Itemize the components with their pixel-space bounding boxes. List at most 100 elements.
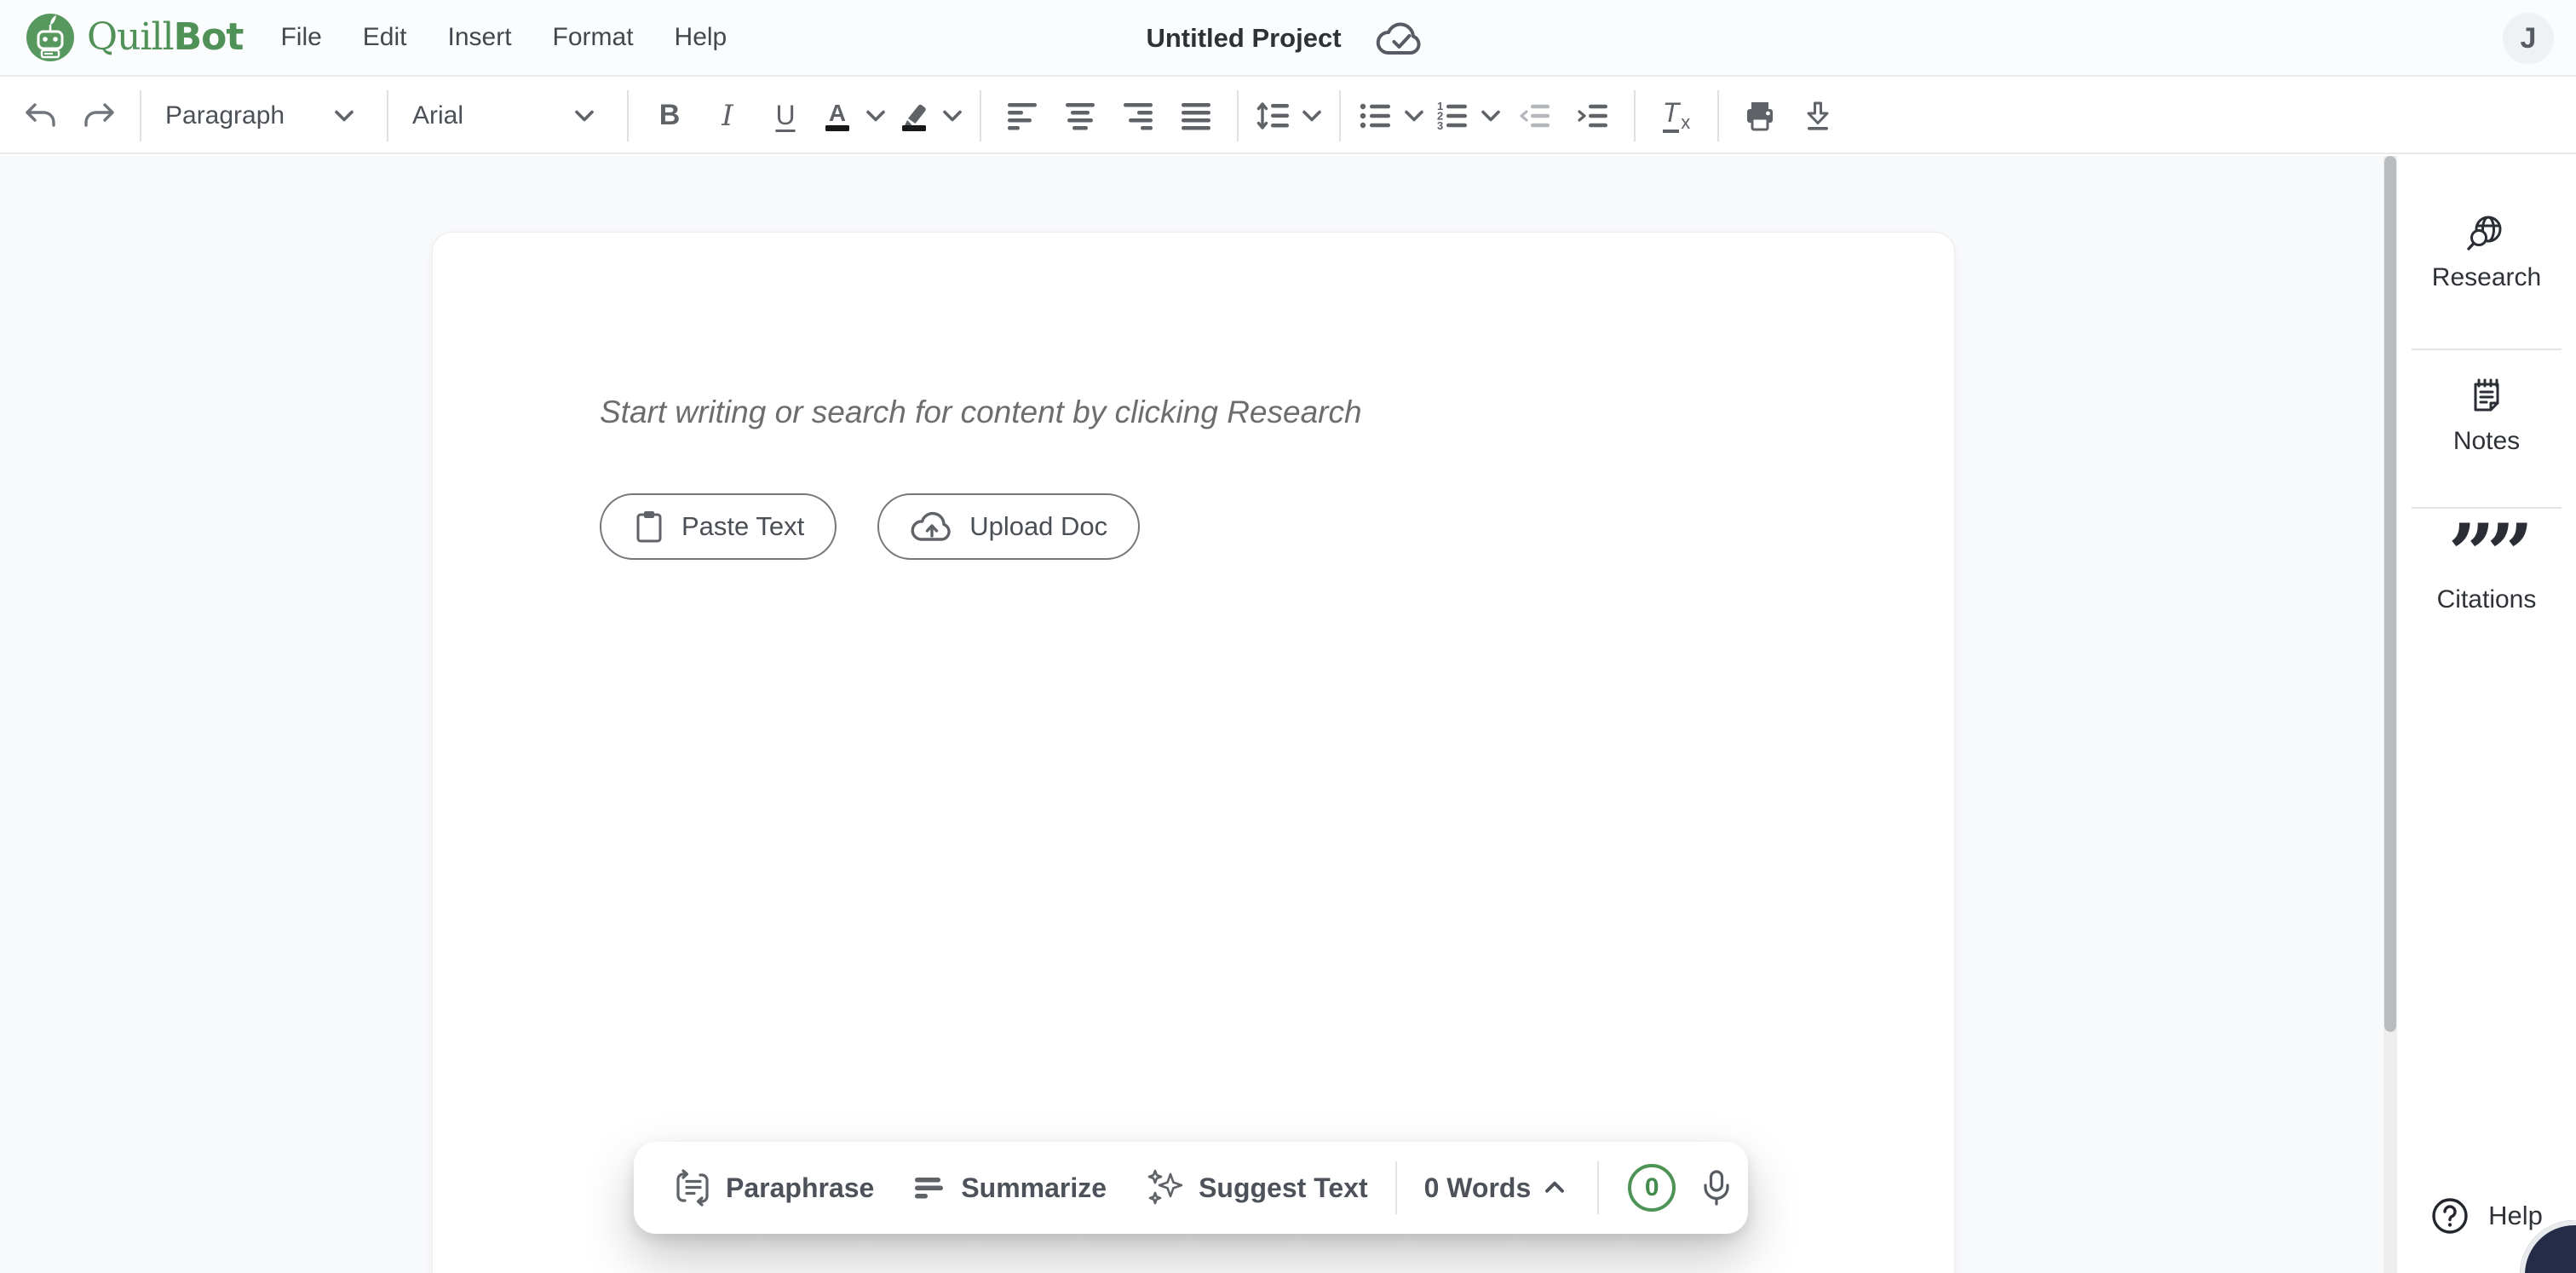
menubar: File Edit Insert Format Help xyxy=(280,23,727,52)
sidebar-item-notes[interactable]: Notes xyxy=(2397,376,2576,456)
clear-formatting-button[interactable]: Tx xyxy=(1647,87,1705,145)
toolbar-divider xyxy=(1717,90,1719,141)
cloud-upload-icon xyxy=(910,508,954,545)
align-left-button[interactable] xyxy=(993,87,1051,145)
app-header: QuillBot File Edit Insert Format Help Un… xyxy=(0,0,2576,77)
sparkle-icon xyxy=(1144,1167,1185,1208)
menu-item-file[interactable]: File xyxy=(280,23,321,52)
line-spacing-button[interactable] xyxy=(1251,87,1297,145)
sidebar-item-research[interactable]: Research xyxy=(2397,212,2576,292)
summarize-label: Summarize xyxy=(961,1172,1107,1204)
suggest-text-label: Suggest Text xyxy=(1199,1172,1368,1204)
paragraph-style-value: Paragraph xyxy=(165,101,285,130)
wordmark-bot: Bot xyxy=(174,15,244,59)
toolbar-divider xyxy=(627,90,629,141)
counter-value: 0 xyxy=(1645,1173,1659,1202)
text-color-button[interactable]: A xyxy=(814,87,860,145)
highlighter-icon xyxy=(895,97,933,135)
italic-button[interactable]: I xyxy=(699,87,756,145)
print-button[interactable] xyxy=(1731,87,1789,145)
quillbot-robot-icon xyxy=(26,13,75,62)
editor-area: Start writing or search for content by c… xyxy=(0,156,2383,1273)
indent-button[interactable] xyxy=(1564,87,1622,145)
summarize-button[interactable]: Summarize xyxy=(911,1170,1107,1206)
italic-icon: I xyxy=(722,99,733,133)
underline-button[interactable]: U xyxy=(756,87,814,145)
sidebar-label-citations: Citations xyxy=(2437,585,2537,614)
document-card[interactable]: Start writing or search for content by c… xyxy=(432,232,1955,1273)
word-count-toggle[interactable]: 0 Words xyxy=(1424,1172,1571,1204)
toolbar-divider xyxy=(140,90,141,141)
toolbar-divider xyxy=(980,90,981,141)
bold-button[interactable]: B xyxy=(641,87,699,145)
suggest-text-button[interactable]: Suggest Text xyxy=(1144,1167,1368,1208)
wordmark-quill: Quill xyxy=(87,15,174,59)
menu-item-help[interactable]: Help xyxy=(675,23,727,52)
download-button[interactable] xyxy=(1789,87,1847,145)
paste-text-button[interactable]: Paste Text xyxy=(600,493,837,560)
summarize-icon xyxy=(911,1170,947,1206)
paragraph-style-dropdown[interactable]: Paragraph xyxy=(153,87,375,145)
help-label: Help xyxy=(2488,1201,2543,1231)
question-circle-icon xyxy=(2430,1196,2470,1236)
paraphrase-button[interactable]: Paraphrase xyxy=(673,1168,874,1207)
toolbar-divider xyxy=(1237,90,1239,141)
editor-scrollbar xyxy=(2383,156,2397,1273)
bold-icon: B xyxy=(659,99,681,132)
underline-icon: U xyxy=(775,100,795,131)
chevron-down-icon[interactable] xyxy=(1475,101,1506,131)
chevron-down-icon[interactable] xyxy=(1297,101,1327,131)
chevron-down-icon xyxy=(329,101,359,131)
assistant-divider xyxy=(1395,1161,1397,1214)
toolbar-divider xyxy=(1634,90,1636,141)
assistant-toolbar: Paraphrase Summarize Suggest Text 0 Word… xyxy=(634,1142,1748,1234)
menu-item-insert[interactable]: Insert xyxy=(448,23,512,52)
font-family-dropdown[interactable]: Arial xyxy=(400,87,615,145)
project-title[interactable]: Untitled Project xyxy=(1146,23,1341,54)
download-icon xyxy=(1799,97,1837,135)
chevron-down-icon[interactable] xyxy=(860,101,891,131)
right-sidebar: Research Notes ”” Citations xyxy=(2397,156,2576,1273)
microphone-icon xyxy=(1698,1168,1735,1207)
avatar-initial: J xyxy=(2521,22,2537,55)
quillbot-wordmark: QuillBot xyxy=(87,19,243,56)
menu-item-format[interactable]: Format xyxy=(553,23,634,52)
highlight-button[interactable] xyxy=(891,87,937,145)
toolbar-divider xyxy=(1339,90,1341,141)
numbered-list-control: 1 2 3 xyxy=(1429,87,1506,145)
font-family-value: Arial xyxy=(412,101,463,130)
numbered-list-button[interactable]: 1 2 3 xyxy=(1429,87,1475,145)
printer-icon xyxy=(1741,97,1779,135)
chevron-down-icon[interactable] xyxy=(937,101,968,131)
dictation-button[interactable] xyxy=(1698,1168,1735,1207)
bullet-list-button[interactable] xyxy=(1353,87,1399,145)
formatting-toolbar: Paragraph Arial B I U A xyxy=(0,78,2576,154)
research-globe-icon xyxy=(2465,212,2508,255)
paraphrase-icon xyxy=(673,1168,712,1207)
editor-placeholder: Start writing or search for content by c… xyxy=(600,395,1362,430)
sidebar-item-citations[interactable]: ”” Citations xyxy=(2397,536,2576,614)
outdent-button[interactable] xyxy=(1506,87,1564,145)
upload-doc-label: Upload Doc xyxy=(969,511,1107,542)
chevron-down-icon xyxy=(569,101,600,131)
align-right-button[interactable] xyxy=(1109,87,1167,145)
notes-notepad-icon xyxy=(2465,376,2508,418)
scrollbar-thumb[interactable] xyxy=(2384,156,2396,1032)
undo-button[interactable] xyxy=(12,87,70,145)
highlight-color-control xyxy=(891,87,968,145)
align-justify-button[interactable] xyxy=(1167,87,1225,145)
chevron-up-icon xyxy=(1539,1172,1570,1203)
upload-doc-button[interactable]: Upload Doc xyxy=(877,493,1140,560)
line-spacing-control xyxy=(1251,87,1327,145)
menu-item-edit[interactable]: Edit xyxy=(363,23,407,52)
avatar[interactable]: J xyxy=(2503,13,2554,64)
line-spacing-icon xyxy=(1255,97,1292,135)
align-center-button[interactable] xyxy=(1051,87,1109,145)
quillbot-logo[interactable]: QuillBot xyxy=(26,13,243,62)
redo-button[interactable] xyxy=(70,87,128,145)
quillbot-counter-badge[interactable]: 0 xyxy=(1628,1164,1676,1212)
outdent-icon xyxy=(1516,97,1554,135)
chevron-down-icon[interactable] xyxy=(1399,101,1429,131)
sidebar-divider xyxy=(2412,348,2562,350)
toolbar-divider xyxy=(387,90,388,141)
